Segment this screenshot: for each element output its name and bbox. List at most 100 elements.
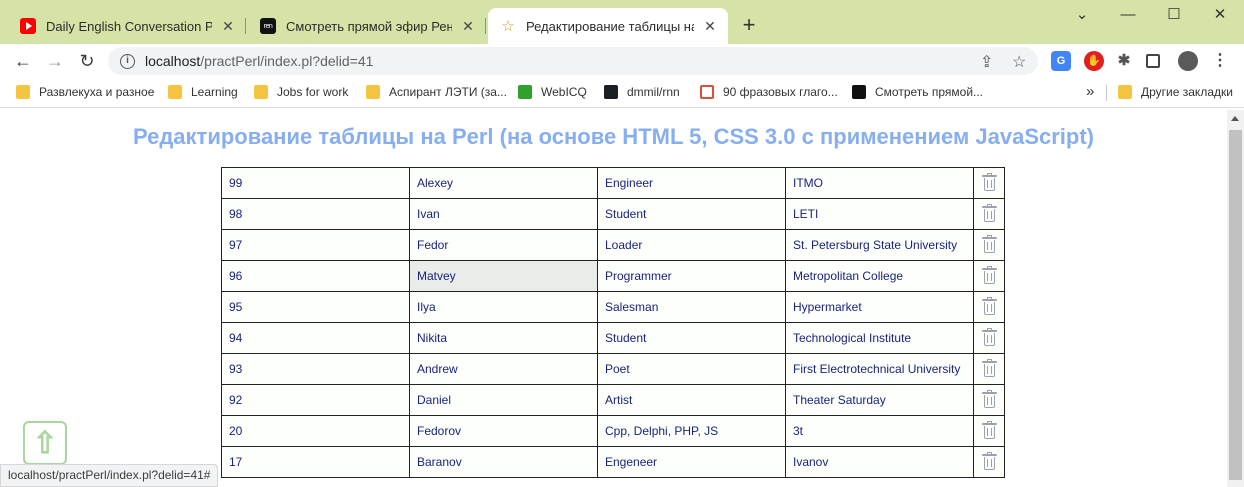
bookmark-item[interactable]: Аспирант ЛЭТИ (за... xyxy=(366,85,507,99)
side-panel-icon[interactable] xyxy=(1146,54,1160,68)
cell-place[interactable]: Hypermarket xyxy=(785,291,974,323)
tab-strip: Daily English Conversation Practice ✕ re… xyxy=(0,0,1244,44)
cell-id[interactable]: 94 xyxy=(221,322,410,354)
close-window-button[interactable]: ✕ xyxy=(1200,5,1240,25)
cell-id[interactable]: 17 xyxy=(221,446,410,478)
page-content: Редактирование таблицы на Perl (на основ… xyxy=(0,110,1227,487)
delete-cell xyxy=(973,198,1005,230)
trash-icon[interactable] xyxy=(981,172,997,192)
star-icon: ☆ xyxy=(501,18,515,35)
bookmark-item[interactable]: WebICQ xyxy=(518,85,587,99)
url-text[interactable]: localhost/practPerl/index.pl?delid=41 xyxy=(145,53,373,69)
trash-icon[interactable] xyxy=(981,234,997,254)
cell-name[interactable]: Baranov xyxy=(409,446,598,478)
bookmark-item[interactable]: Learning xyxy=(168,85,238,99)
other-bookmarks[interactable]: Другие закладки xyxy=(1118,85,1233,99)
share-icon[interactable]: ⇪ xyxy=(980,52,993,72)
bookmarks-overflow-chevron-icon[interactable]: » xyxy=(1086,83,1094,100)
cell-place[interactable]: First Electrotechnical University xyxy=(785,353,974,385)
cell-place[interactable]: Metropolitan College xyxy=(785,260,974,292)
trash-icon[interactable] xyxy=(981,296,997,316)
tab-youtube[interactable]: Daily English Conversation Practice ✕ xyxy=(8,8,246,44)
cell-occupation[interactable]: Student xyxy=(597,322,786,354)
menu-kebab-icon[interactable]: ⋮ xyxy=(1210,51,1230,71)
bookmark-item[interactable]: Смотреть прямой... xyxy=(852,85,983,99)
cell-occupation[interactable]: Salesman xyxy=(597,291,786,323)
address-bar[interactable]: i localhost/practPerl/index.pl?delid=41 … xyxy=(108,47,1038,75)
cell-name[interactable]: Daniel xyxy=(409,384,598,416)
delete-cell xyxy=(973,167,1005,199)
tab-search-chevron-icon[interactable]: ⌄ xyxy=(1062,5,1102,25)
table-row: 97 Fedor Loader St. Petersburg State Univer… xyxy=(221,229,1005,261)
cell-id[interactable]: 97 xyxy=(221,229,410,261)
cell-name[interactable]: Matvey xyxy=(409,260,598,292)
cell-id[interactable]: 96 xyxy=(221,260,410,292)
cell-place[interactable]: Ivanov xyxy=(785,446,974,478)
cell-id[interactable]: 20 xyxy=(221,415,410,447)
cell-occupation[interactable]: Loader xyxy=(597,229,786,261)
tab-rentv[interactable]: ren Смотреть прямой эфир РенТВ онлайн ✕ xyxy=(248,8,486,44)
cell-occupation[interactable]: Artist xyxy=(597,384,786,416)
cell-place[interactable]: Theater Saturday xyxy=(785,384,974,416)
cell-occupation[interactable]: Poet xyxy=(597,353,786,385)
bookmark-item[interactable]: Jobs for work xyxy=(254,85,348,99)
bookmark-star-icon[interactable]: ☆ xyxy=(1012,52,1026,72)
trash-icon[interactable] xyxy=(981,420,997,440)
trash-icon[interactable] xyxy=(981,451,997,471)
translate-extension-icon[interactable]: G xyxy=(1051,51,1071,71)
table-row: 95 Ilya Salesman Hypermarket xyxy=(221,291,1005,323)
cell-place[interactable]: ITMO xyxy=(785,167,974,199)
trash-icon[interactable] xyxy=(981,265,997,285)
cell-id[interactable]: 98 xyxy=(221,198,410,230)
cell-name[interactable]: Ivan xyxy=(409,198,598,230)
cell-id[interactable]: 99 xyxy=(221,167,410,199)
cell-name[interactable]: Andrew xyxy=(409,353,598,385)
arrow-up-icon: ⇧ xyxy=(32,426,58,460)
tab-close-icon[interactable]: ✕ xyxy=(220,18,236,35)
scrollbar-thumb[interactable] xyxy=(1229,130,1242,480)
folder-icon xyxy=(366,85,380,99)
forward-button[interactable]: → xyxy=(42,49,68,73)
cell-place[interactable]: LETI xyxy=(785,198,974,230)
minimize-button[interactable]: — xyxy=(1108,5,1148,25)
trash-icon[interactable] xyxy=(981,203,997,223)
cell-name[interactable]: Ilya xyxy=(409,291,598,323)
trash-icon[interactable] xyxy=(981,358,997,378)
cell-place[interactable]: Technological Institute xyxy=(785,322,974,354)
page-scrollbar[interactable] xyxy=(1227,110,1244,487)
cell-occupation[interactable]: Student xyxy=(597,198,786,230)
scroll-to-top-button[interactable]: ⇧ xyxy=(23,421,67,465)
cell-name[interactable]: Alexey xyxy=(409,167,598,199)
cell-id[interactable]: 95 xyxy=(221,291,410,323)
tab-close-icon[interactable]: ✕ xyxy=(702,18,718,35)
table-row: 93 Andrew Poet First Electrotechnical Unive… xyxy=(221,353,1005,385)
cell-place[interactable]: St. Petersburg State University xyxy=(785,229,974,261)
back-button[interactable]: ← xyxy=(10,49,36,73)
scroll-up-arrow-icon[interactable] xyxy=(1231,116,1239,121)
cell-place[interactable]: 3t xyxy=(785,415,974,447)
tab-active-perl[interactable]: ☆ Редактирование таблицы на Perl ✕ xyxy=(488,8,728,44)
reload-button[interactable]: ↻ xyxy=(74,49,100,73)
cell-name[interactable]: Fedorov xyxy=(409,415,598,447)
cell-occupation[interactable]: Cpp, Delphi, PHP, JS xyxy=(597,415,786,447)
bookmark-item[interactable]: dmmil/rnn xyxy=(604,85,680,99)
cell-id[interactable]: 92 xyxy=(221,384,410,416)
cell-id[interactable]: 93 xyxy=(221,353,410,385)
profile-avatar[interactable] xyxy=(1178,51,1198,71)
cell-occupation[interactable]: Programmer xyxy=(597,260,786,292)
bookmark-item[interactable]: Развлекуха и разное xyxy=(16,85,154,99)
tab-close-icon[interactable]: ✕ xyxy=(460,18,476,35)
site-info-icon[interactable]: i xyxy=(120,53,135,69)
cell-name[interactable]: Nikita xyxy=(409,322,598,354)
table-row: 17 Baranov Engeneer Ivanov xyxy=(221,446,1005,478)
cell-name[interactable]: Fedor xyxy=(409,229,598,261)
maximize-button[interactable]: ☐ xyxy=(1154,5,1194,25)
cell-occupation[interactable]: Engineer xyxy=(597,167,786,199)
cell-occupation[interactable]: Engeneer xyxy=(597,446,786,478)
extensions-puzzle-icon[interactable]: ✱ xyxy=(1114,51,1134,71)
bookmark-item[interactable]: 90 фразовых глаго... xyxy=(700,85,838,99)
adblock-extension-icon[interactable]: ✋ xyxy=(1084,51,1104,71)
trash-icon[interactable] xyxy=(981,327,997,347)
trash-icon[interactable] xyxy=(981,389,997,409)
new-tab-button[interactable]: + xyxy=(736,13,762,37)
